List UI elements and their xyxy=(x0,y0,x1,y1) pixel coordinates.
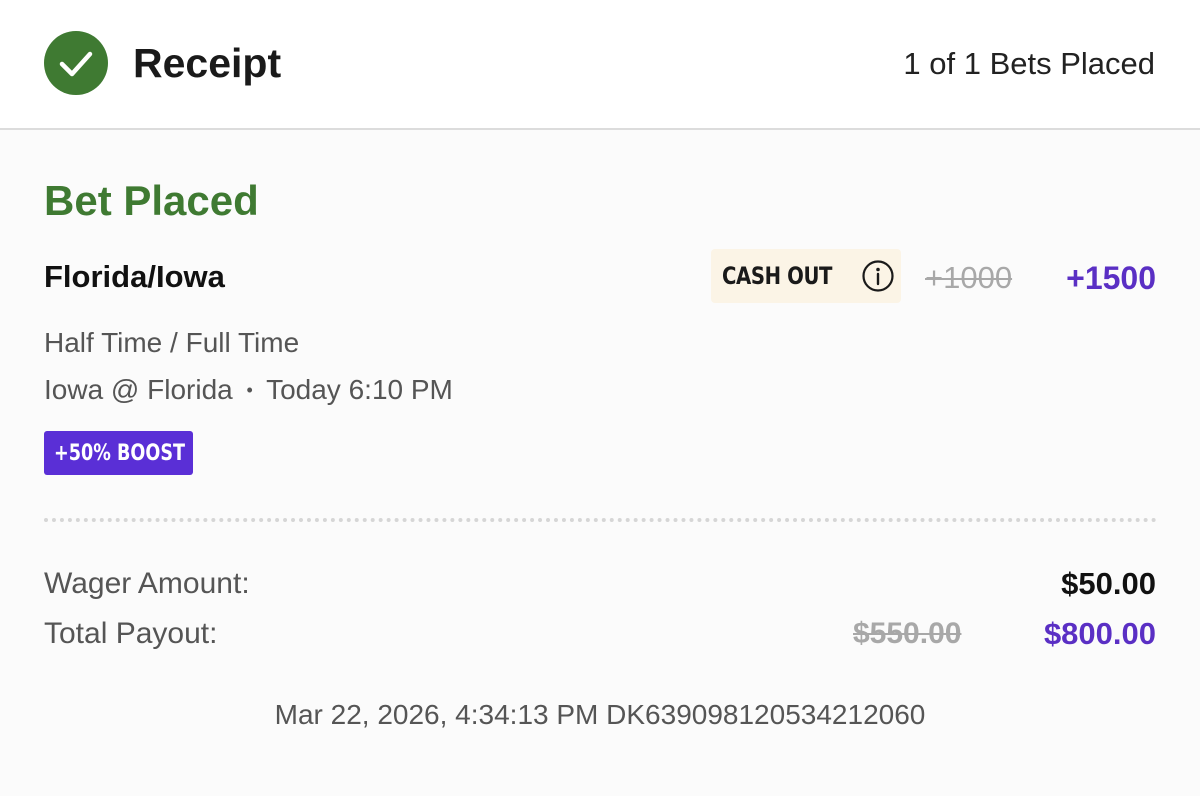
boost-label: +50% BOOST xyxy=(54,441,186,466)
receipt-footer: Mar 22, 2026, 4:34:13 PM DK6390981205342… xyxy=(0,696,1200,734)
original-payout: $550.00 xyxy=(853,617,962,650)
market-type: Half Time / Full Time xyxy=(44,327,300,358)
boosted-payout: $800.00 xyxy=(1043,616,1156,651)
bet-id: DK639098120534212060 xyxy=(606,699,926,730)
placed-timestamp: Mar 22, 2026, 4:34:13 PM xyxy=(274,699,599,730)
dotted-divider xyxy=(44,518,1157,522)
info-icon[interactable] xyxy=(861,259,895,293)
matchup: Iowa @ Florida xyxy=(44,374,233,405)
wager-amount-label: Wager Amount: xyxy=(44,567,250,600)
bets-placed-count: 1 of 1 Bets Placed xyxy=(903,46,1155,81)
bet-receipt-card: Bet Placed Florida/Iowa CASH OUT +1000 +… xyxy=(0,130,1200,796)
separator-dot: • xyxy=(246,380,253,400)
event-title: Florida/Iowa xyxy=(44,259,225,294)
check-circle-icon xyxy=(44,31,108,95)
cash-out-button[interactable]: CASH OUT xyxy=(711,249,901,303)
event-details: Iowa @ Florida • Today 6:10 PM xyxy=(44,371,453,409)
wager-amount-value: $50.00 xyxy=(1061,566,1156,601)
total-payout-label: Total Payout: xyxy=(44,617,218,650)
cash-out-label: CASH OUT xyxy=(722,262,833,290)
receipt-header: Receipt 1 of 1 Bets Placed xyxy=(0,0,1200,130)
bet-status: Bet Placed xyxy=(44,177,259,224)
original-odds: +1000 xyxy=(925,260,1013,295)
receipt-title: Receipt xyxy=(133,40,282,86)
boosted-odds: +1500 xyxy=(1066,260,1156,296)
start-time: Today 6:10 PM xyxy=(266,374,453,405)
boost-badge: +50% BOOST xyxy=(44,431,193,475)
